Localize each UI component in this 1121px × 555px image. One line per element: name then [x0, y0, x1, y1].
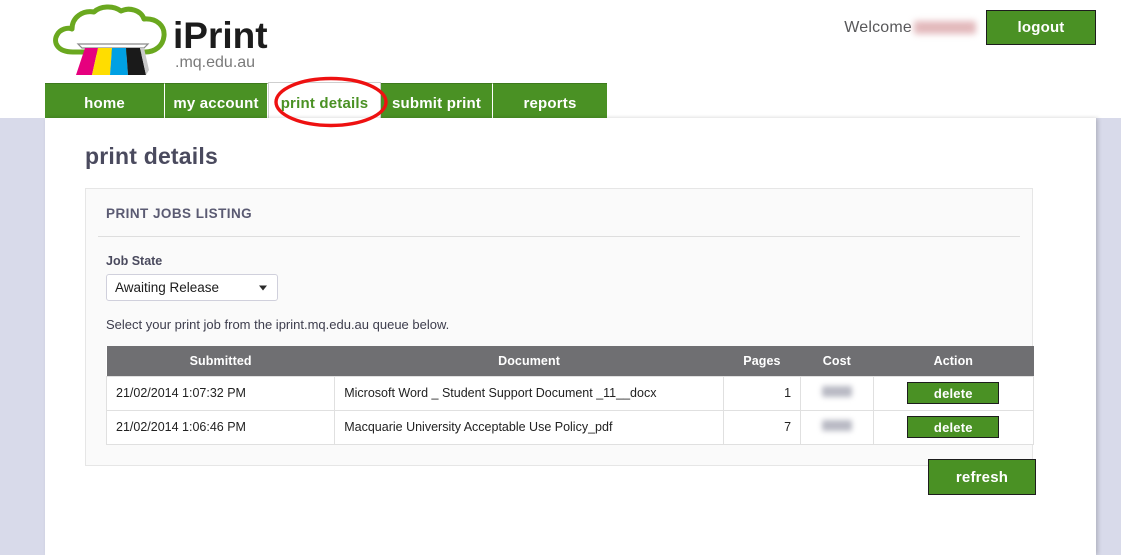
cell-pages: 1	[722, 375, 802, 411]
cell-document: Microsoft Word _ Student Support Documen…	[334, 375, 724, 411]
delete-button[interactable]: delete	[907, 416, 1000, 438]
nav-tab-submit-print[interactable]: submit print	[381, 83, 493, 123]
cell-pages: 7	[722, 409, 802, 445]
logo-svg: iPrint .mq.edu.au	[53, 4, 268, 75]
welcome-area: Welcome logout	[844, 10, 1096, 45]
header-band: iPrint .mq.edu.au Welcome logout home my…	[0, 0, 1121, 123]
logo-wordmark: iPrint	[173, 15, 268, 56]
nav-tab-home[interactable]: home	[45, 83, 165, 123]
page-content: print details PRINT JOBS LISTING Job Sta…	[45, 118, 1096, 555]
column-header-submitted[interactable]: Submitted	[106, 346, 335, 376]
table-row[interactable]: 21/02/2014 1:07:32 PM Microsoft Word _ S…	[105, 375, 1035, 411]
cost-redacted	[821, 420, 852, 431]
chevron-down-icon	[259, 285, 267, 290]
print-jobs-table: Submitted Document Pages Cost Action 21/…	[105, 346, 1035, 445]
cell-action: delete	[872, 375, 1035, 411]
cell-submitted: 21/02/2014 1:06:46 PM	[105, 409, 336, 445]
nav-tab-print-details[interactable]: print details	[268, 82, 381, 123]
cost-redacted	[821, 386, 852, 397]
nav-tab-my-account[interactable]: my account	[165, 83, 268, 123]
table-header-row: Submitted Document Pages Cost Action	[106, 346, 1034, 376]
app-root: iPrint .mq.edu.au Welcome logout home my…	[0, 0, 1121, 555]
cell-submitted: 21/02/2014 1:07:32 PM	[105, 375, 336, 411]
helper-text: Select your print job from the iprint.mq…	[106, 317, 450, 332]
print-jobs-panel: PRINT JOBS LISTING Job State Awaiting Re…	[85, 188, 1035, 466]
column-header-action: Action	[873, 346, 1034, 376]
logo-domain: .mq.edu.au	[175, 54, 255, 71]
column-header-cost[interactable]: Cost	[800, 346, 874, 376]
page-title: print details	[85, 143, 218, 169]
welcome-label: Welcome	[844, 19, 976, 37]
cell-cost	[800, 375, 874, 411]
delete-button[interactable]: delete	[907, 382, 1000, 404]
welcome-text: Welcome	[844, 18, 912, 36]
table-body: 21/02/2014 1:07:32 PM Microsoft Word _ S…	[105, 375, 1035, 445]
logout-button[interactable]: logout	[986, 10, 1096, 45]
refresh-button[interactable]: refresh	[928, 459, 1036, 495]
cell-document: Macquarie University Acceptable Use Poli…	[334, 409, 724, 445]
tray-lip	[76, 43, 150, 49]
username-redacted	[914, 20, 976, 34]
table-head: Submitted Document Pages Cost Action	[106, 346, 1034, 376]
nav-tab-reports[interactable]: reports	[493, 83, 607, 123]
cell-cost	[800, 409, 874, 445]
column-header-document[interactable]: Document	[334, 346, 724, 376]
panel-header: PRINT JOBS LISTING	[98, 189, 1020, 237]
table-row[interactable]: 21/02/2014 1:06:46 PM Macquarie Universi…	[105, 409, 1035, 445]
job-state-value: Awaiting Release	[115, 280, 220, 295]
iprint-logo[interactable]: iPrint .mq.edu.au	[45, 4, 345, 76]
main-navigation: home my account print details submit pri…	[45, 82, 607, 123]
column-header-pages[interactable]: Pages	[723, 346, 801, 376]
job-state-select[interactable]: Awaiting Release	[106, 274, 278, 301]
stripe-cyan	[110, 48, 128, 75]
job-state-label: Job State	[106, 254, 163, 268]
cell-action: delete	[872, 409, 1035, 445]
